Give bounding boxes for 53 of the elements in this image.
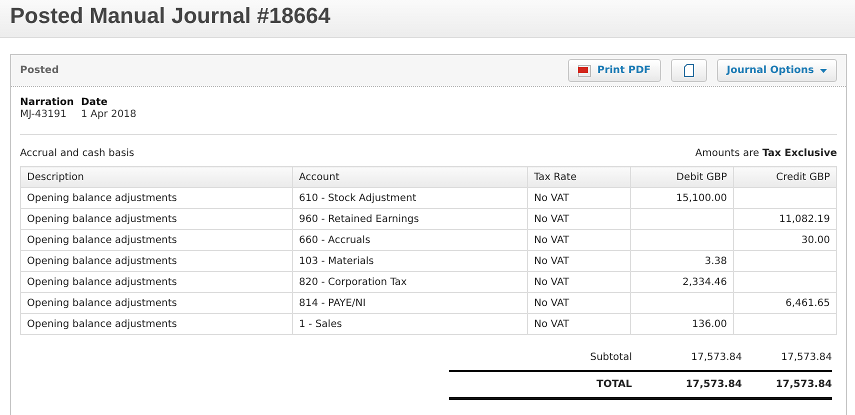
amounts-note: Amounts are Tax Exclusive	[695, 148, 837, 158]
table-cell: 11,082.19	[734, 208, 836, 230]
table-cell: No VAT	[528, 272, 630, 292]
table-cell: 960 - Retained Earnings	[292, 208, 528, 230]
print-pdf-button[interactable]: Print PDF	[568, 59, 661, 82]
totals-label: Subtotal	[589, 352, 632, 362]
totals-label: TOTAL	[596, 379, 632, 390]
table-cell: No VAT	[528, 230, 630, 250]
table-cell: Opening balance adjustments	[20, 314, 292, 334]
table-cell: No VAT	[528, 208, 630, 230]
table-cell: No VAT	[528, 188, 630, 208]
page-title: Posted Manual Journal #18664	[10, 3, 330, 29]
table-cell: 820 - Corporation Tax	[292, 272, 528, 292]
table-cell: 610 - Stock Adjustment	[292, 188, 528, 208]
pdf-icon	[578, 64, 592, 76]
detail-label: Narration	[20, 97, 74, 108]
table-cell: No VAT	[528, 314, 630, 334]
table-cell: Opening balance adjustments	[20, 208, 292, 230]
table-cell: Opening balance adjustments	[20, 250, 292, 272]
table-cell: Opening balance adjustments	[20, 188, 292, 208]
column-header: Description	[20, 166, 292, 188]
document-icon	[684, 64, 694, 77]
journal-options-button[interactable]: Journal Options	[716, 59, 837, 82]
column-header: Account	[292, 166, 528, 188]
table-cell: 2,334.46	[630, 272, 734, 292]
table-cell: 3.38	[630, 250, 734, 272]
table-cell: 103 - Materials	[292, 250, 528, 272]
detail-label: Date	[80, 97, 109, 108]
status-label: Posted	[20, 65, 60, 76]
table-cell: 136.00	[630, 314, 734, 334]
table-cell: 30.00	[734, 230, 836, 250]
table-cell: 660 - Accruals	[292, 230, 528, 250]
table-cell: 1 - Sales	[292, 314, 528, 334]
detail-value: MJ-43191	[20, 109, 68, 120]
table-cell: 15,100.00	[630, 188, 734, 208]
table-cell: 6,461.65	[734, 292, 836, 314]
debit-total: 17,573.84	[684, 379, 742, 390]
table-cell: Opening balance adjustments	[20, 292, 292, 314]
column-header: Debit GBP	[630, 166, 734, 188]
debit-total: 17,573.84	[690, 352, 742, 362]
caret-icon	[820, 68, 827, 72]
table-cell: Opening balance adjustments	[20, 272, 292, 292]
copy-button[interactable]	[670, 59, 707, 82]
credit-total: 17,573.84	[780, 352, 832, 362]
table-cell: No VAT	[528, 292, 630, 314]
credit-total: 17,573.84	[774, 379, 832, 390]
table-cell: Opening balance adjustments	[20, 230, 292, 250]
table-cell: 814 - PAYE/NI	[292, 292, 528, 314]
column-header: Credit GBP	[734, 166, 836, 188]
table-cell: No VAT	[528, 250, 630, 272]
basis-text: Accrual and cash basis	[20, 148, 134, 158]
detail-value: 1 Apr 2018	[80, 109, 136, 120]
column-header: Tax Rate	[528, 166, 630, 188]
